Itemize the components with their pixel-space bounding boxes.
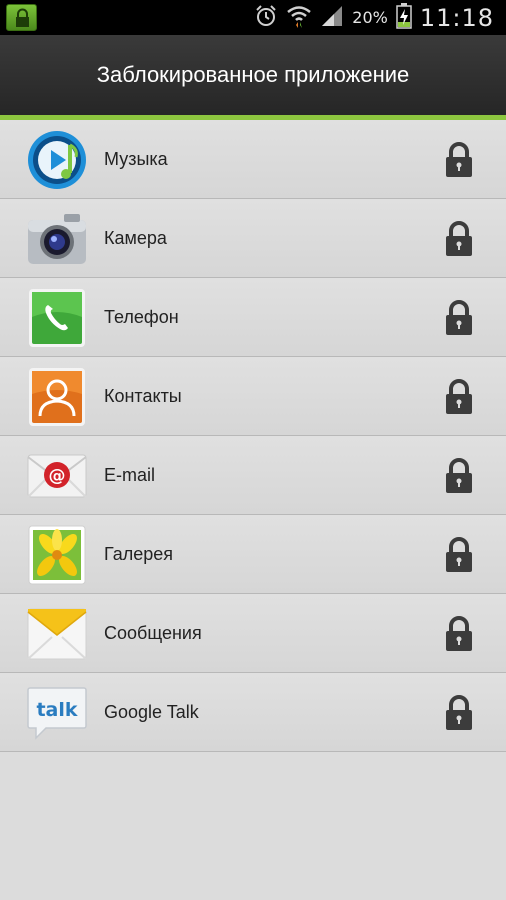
music-player-icon xyxy=(26,129,88,191)
list-item-google-talk[interactable]: talk Google Talk xyxy=(0,673,506,752)
email-icon: @ xyxy=(26,445,88,507)
app-label: Контакты xyxy=(104,386,182,406)
lock-icon[interactable] xyxy=(443,695,475,731)
app-label: Музыка xyxy=(104,149,168,169)
lock-notification-icon xyxy=(6,4,37,31)
lock-icon[interactable] xyxy=(443,379,475,415)
page-title: Заблокированное приложение xyxy=(96,62,410,87)
signal-icon xyxy=(320,4,344,32)
app-label: Галерея xyxy=(104,544,174,564)
lock-icon[interactable] xyxy=(443,300,475,336)
google-talk-icon: talk xyxy=(26,682,88,744)
lock-icon[interactable] xyxy=(443,221,475,257)
list-item-gallery[interactable]: Галерея xyxy=(0,515,506,594)
app-label: E-mail xyxy=(104,465,156,485)
gallery-icon xyxy=(26,524,88,586)
camera-icon xyxy=(26,208,88,270)
battery-percent: 20% xyxy=(352,8,388,27)
phone-icon xyxy=(26,287,88,349)
lock-icon[interactable] xyxy=(443,458,475,494)
wifi-icon xyxy=(286,3,312,33)
list-item-email[interactable]: @ E-mail xyxy=(0,436,506,515)
battery-charging-icon xyxy=(396,2,412,33)
svg-text:@: @ xyxy=(49,466,66,486)
app-label: Google Talk xyxy=(104,702,199,722)
lock-icon[interactable] xyxy=(443,537,475,573)
status-bar: 20% 11:18 xyxy=(0,0,506,35)
list-item-messages[interactable]: Сообщения xyxy=(0,594,506,673)
list-item-camera[interactable]: Камера xyxy=(0,199,506,278)
app-label: Сообщения xyxy=(104,623,202,643)
app-label: Телефон xyxy=(104,307,179,327)
app-list: Музыка Камера Телефон Контакты @ E-mail … xyxy=(0,120,506,752)
lock-icon[interactable] xyxy=(443,142,475,178)
contacts-icon xyxy=(26,366,88,428)
list-item-contacts[interactable]: Контакты xyxy=(0,357,506,436)
alarm-icon xyxy=(254,4,278,32)
app-label: Камера xyxy=(104,228,167,248)
lock-icon[interactable] xyxy=(443,616,475,652)
title-bar: Заблокированное приложение xyxy=(0,35,506,115)
svg-text:talk: talk xyxy=(36,699,77,721)
list-item-music[interactable]: Музыка xyxy=(0,120,506,199)
clock: 11:18 xyxy=(419,3,494,32)
messages-icon xyxy=(26,603,88,665)
list-item-phone[interactable]: Телефон xyxy=(0,278,506,357)
